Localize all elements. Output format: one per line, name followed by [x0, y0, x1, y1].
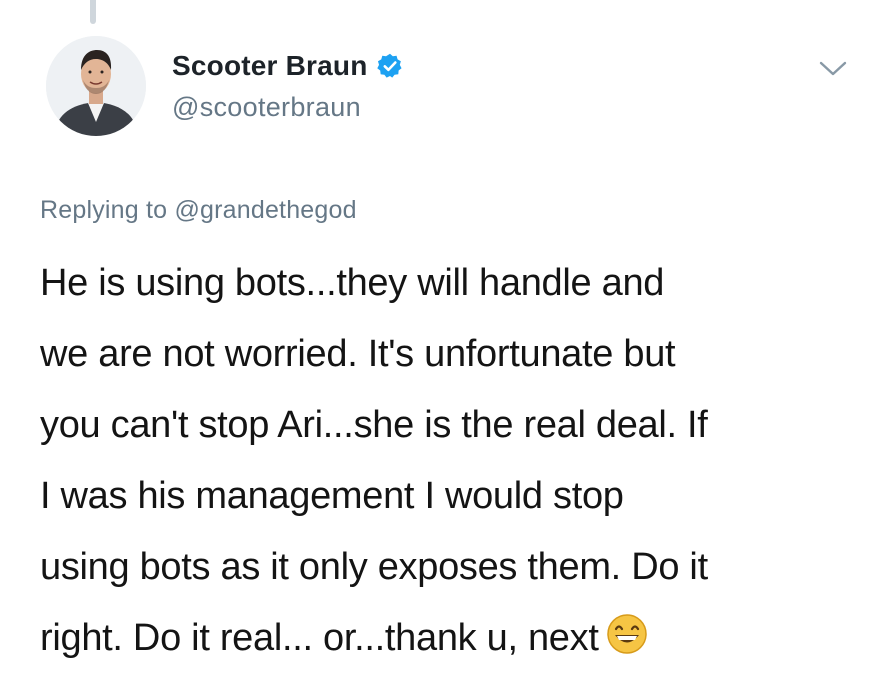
verified-badge-icon — [376, 52, 404, 80]
tweet-text-line: we are not worried. It's unfortunate but — [40, 333, 676, 375]
author-name-row: Scooter Braun — [172, 50, 404, 82]
reply-context: Replying to @grandethegod — [40, 196, 357, 225]
tweet-text-line: He is using bots...they will handle and — [40, 262, 665, 304]
grinning-face-emoji-icon — [605, 609, 649, 654]
avatar[interactable] — [46, 36, 146, 136]
chevron-down-icon[interactable] — [818, 58, 848, 80]
author-handle[interactable]: @scooterbraun — [172, 92, 361, 123]
tweet-text-line: right. Do it real... or...thank u, next — [40, 617, 599, 659]
reply-prefix: Replying to — [40, 196, 168, 224]
tweet-text-line: using bots as it only exposes them. Do i… — [40, 546, 708, 588]
tweet-text-line: I was his management I would stop — [40, 475, 624, 517]
thread-connector-line — [90, 0, 96, 24]
profile-photo-icon — [46, 36, 146, 136]
tweet-text-last-line: right. Do it real... or...thank u, next — [40, 603, 860, 674]
author-display-name[interactable]: Scooter Braun — [172, 50, 368, 82]
tweet-text-line: you can't stop Ari...she is the real dea… — [40, 404, 708, 446]
tweet-text: He is using bots...they will handle and … — [40, 248, 860, 674]
reply-handle-link[interactable]: @grandethegod — [174, 196, 356, 224]
